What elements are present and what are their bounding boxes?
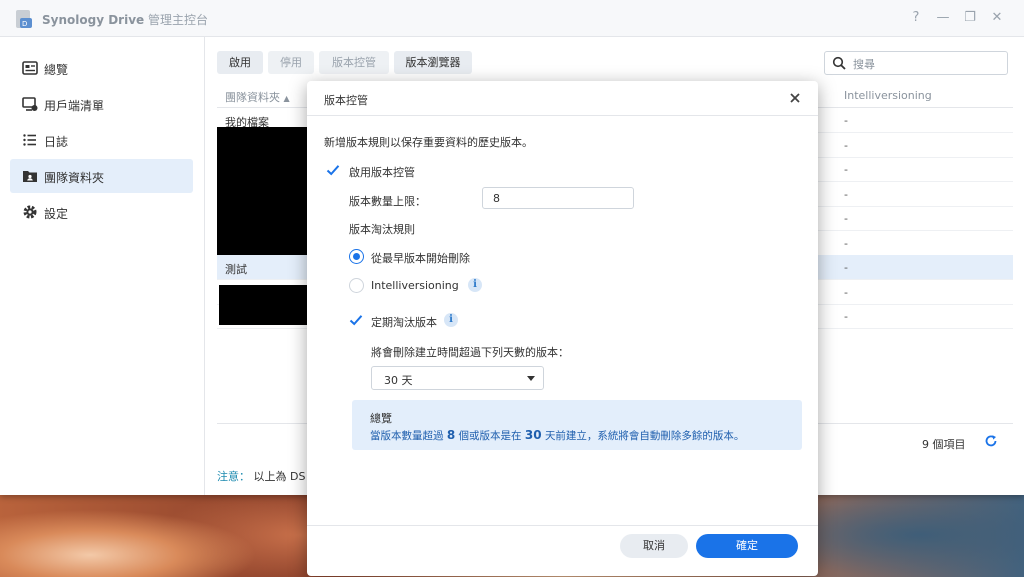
title-bar: D Synology Drive 管理主控台 ? — ❐ ✕ [0, 0, 1024, 37]
note-text: 注意： 以上為 DS [217, 468, 305, 484]
note-label: 注意： [217, 470, 250, 483]
rotation-oldest-label[interactable]: 從最早版本開始刪除 [371, 250, 470, 266]
summary-days: 30 [524, 428, 542, 442]
redacted-block [219, 285, 309, 325]
days-select[interactable]: 30 天 [371, 366, 544, 390]
cancel-button[interactable]: 取消 [620, 534, 688, 558]
dialog-footer-divider [307, 525, 818, 526]
summary-text: 當版本數量超過 8 個或版本是在 30 天前建立，系統將會自動刪除多餘的版本。 [370, 428, 744, 443]
disable-button[interactable]: 停用 [268, 51, 314, 74]
summary-title: 總覽 [370, 412, 392, 425]
summary-box: 總覽 當版本數量超過 8 個或版本是在 30 天前建立，系統將會自動刪除多餘的版… [352, 400, 802, 450]
column-header-team-folder[interactable]: 團隊資料夾 ▲ [225, 89, 290, 105]
summary-count: 8 [446, 428, 456, 442]
cell-intelliversioning: - [844, 310, 848, 323]
sidebar-item-label: 用戶端清單 [44, 99, 105, 113]
search-input[interactable] [851, 54, 1005, 74]
search-box[interactable] [824, 51, 1008, 75]
sidebar-item-team-folder[interactable]: 團隊資料夾 [10, 159, 193, 193]
periodic-rotation-description: 將會刪除建立時間超過下列天數的版本： [371, 346, 569, 359]
maximize-button[interactable]: ❐ [961, 9, 979, 27]
max-versions-label: 版本數量上限： [349, 195, 426, 208]
rotation-oldest-radio[interactable] [349, 249, 364, 264]
team-folder-icon [23, 171, 37, 182]
close-icon[interactable] [787, 90, 803, 106]
window-title-brand: Synology Drive [42, 13, 145, 27]
periodic-rotation-checkbox[interactable] [349, 313, 363, 327]
sidebar-item-label: 團隊資料夾 [44, 171, 105, 185]
caret-down-icon [527, 376, 535, 381]
synology-drive-logo-icon: D [16, 10, 32, 28]
summary-prefix: 當版本數量超過 [370, 430, 444, 442]
overview-icon [22, 61, 38, 75]
cell-intelliversioning: - [844, 261, 848, 274]
help-button[interactable]: ? [907, 9, 925, 27]
version-browser-button[interactable]: 版本瀏覽器 [394, 51, 472, 74]
minimize-button[interactable]: — [934, 9, 952, 27]
sidebar-item-label: 設定 [44, 207, 69, 221]
svg-text:D: D [22, 20, 27, 28]
sidebar: 總覽 用戶端清單 日誌 團隊資料夾 設定 [0, 37, 205, 495]
column-header-intelliversioning[interactable]: Intelliversioning [844, 89, 932, 102]
note-body: 以上為 DS [253, 470, 306, 483]
summary-mid: 個或版本是在 [458, 430, 522, 442]
days-select-value: 30 天 [384, 374, 413, 387]
cell-intelliversioning: - [844, 139, 848, 152]
gear-icon [23, 205, 37, 219]
item-count: 9 個項目 [922, 438, 966, 451]
refresh-icon[interactable] [984, 434, 998, 448]
window-title-suffix: 管理主控台 [147, 13, 208, 27]
window-title: Synology Drive 管理主控台 [42, 11, 208, 28]
cell-folder-name: 測試 [225, 263, 247, 276]
sidebar-item-label: 日誌 [44, 135, 69, 149]
close-window-button[interactable]: ✕ [988, 9, 1006, 27]
dialog-divider [307, 115, 818, 116]
sidebar-item-log[interactable]: 日誌 [10, 123, 193, 157]
ok-button[interactable]: 確定 [696, 534, 798, 558]
version-control-dialog: 版本控管 新增版本規則以保存重要資料的歷史版本。 啟用版本控管 版本數量上限： … [307, 81, 818, 576]
search-icon [832, 56, 846, 70]
rotation-policy-label: 版本淘汰規則 [349, 223, 415, 236]
sidebar-item-client-list[interactable]: 用戶端清單 [10, 87, 193, 121]
version-control-button[interactable]: 版本控管 [319, 51, 389, 74]
enable-version-control-label[interactable]: 啟用版本控管 [349, 164, 415, 180]
dialog-title: 版本控管 [324, 94, 368, 107]
dialog-description: 新增版本規則以保存重要資料的歷史版本。 [324, 136, 533, 149]
enable-button[interactable]: 啟用 [217, 51, 263, 74]
periodic-rotation-label[interactable]: 定期淘汰版本 [371, 314, 437, 330]
cell-intelliversioning: - [844, 286, 848, 299]
sort-ascending-icon: ▲ [283, 94, 290, 103]
max-versions-input[interactable] [482, 187, 634, 209]
column-header-label: 團隊資料夾 [225, 91, 280, 104]
client-list-icon [22, 97, 38, 111]
rotation-intelliversioning-label[interactable]: Intelliversioning [371, 279, 459, 292]
log-icon [23, 134, 36, 146]
info-icon[interactable]: i [444, 313, 458, 327]
enable-version-control-checkbox[interactable] [326, 163, 340, 177]
cell-intelliversioning: - [844, 114, 848, 127]
info-icon[interactable]: i [468, 278, 482, 292]
rotation-intelliversioning-radio[interactable] [349, 278, 364, 293]
sidebar-item-overview[interactable]: 總覽 [10, 51, 193, 85]
sidebar-item-label: 總覽 [44, 63, 69, 77]
cell-intelliversioning: - [844, 163, 848, 176]
summary-suffix: 天前建立，系統將會自動刪除多餘的版本。 [544, 430, 745, 442]
cell-intelliversioning: - [844, 237, 848, 250]
redacted-block [217, 127, 309, 255]
cell-intelliversioning: - [844, 188, 848, 201]
cell-intelliversioning: - [844, 212, 848, 225]
sidebar-item-settings[interactable]: 設定 [10, 195, 193, 229]
